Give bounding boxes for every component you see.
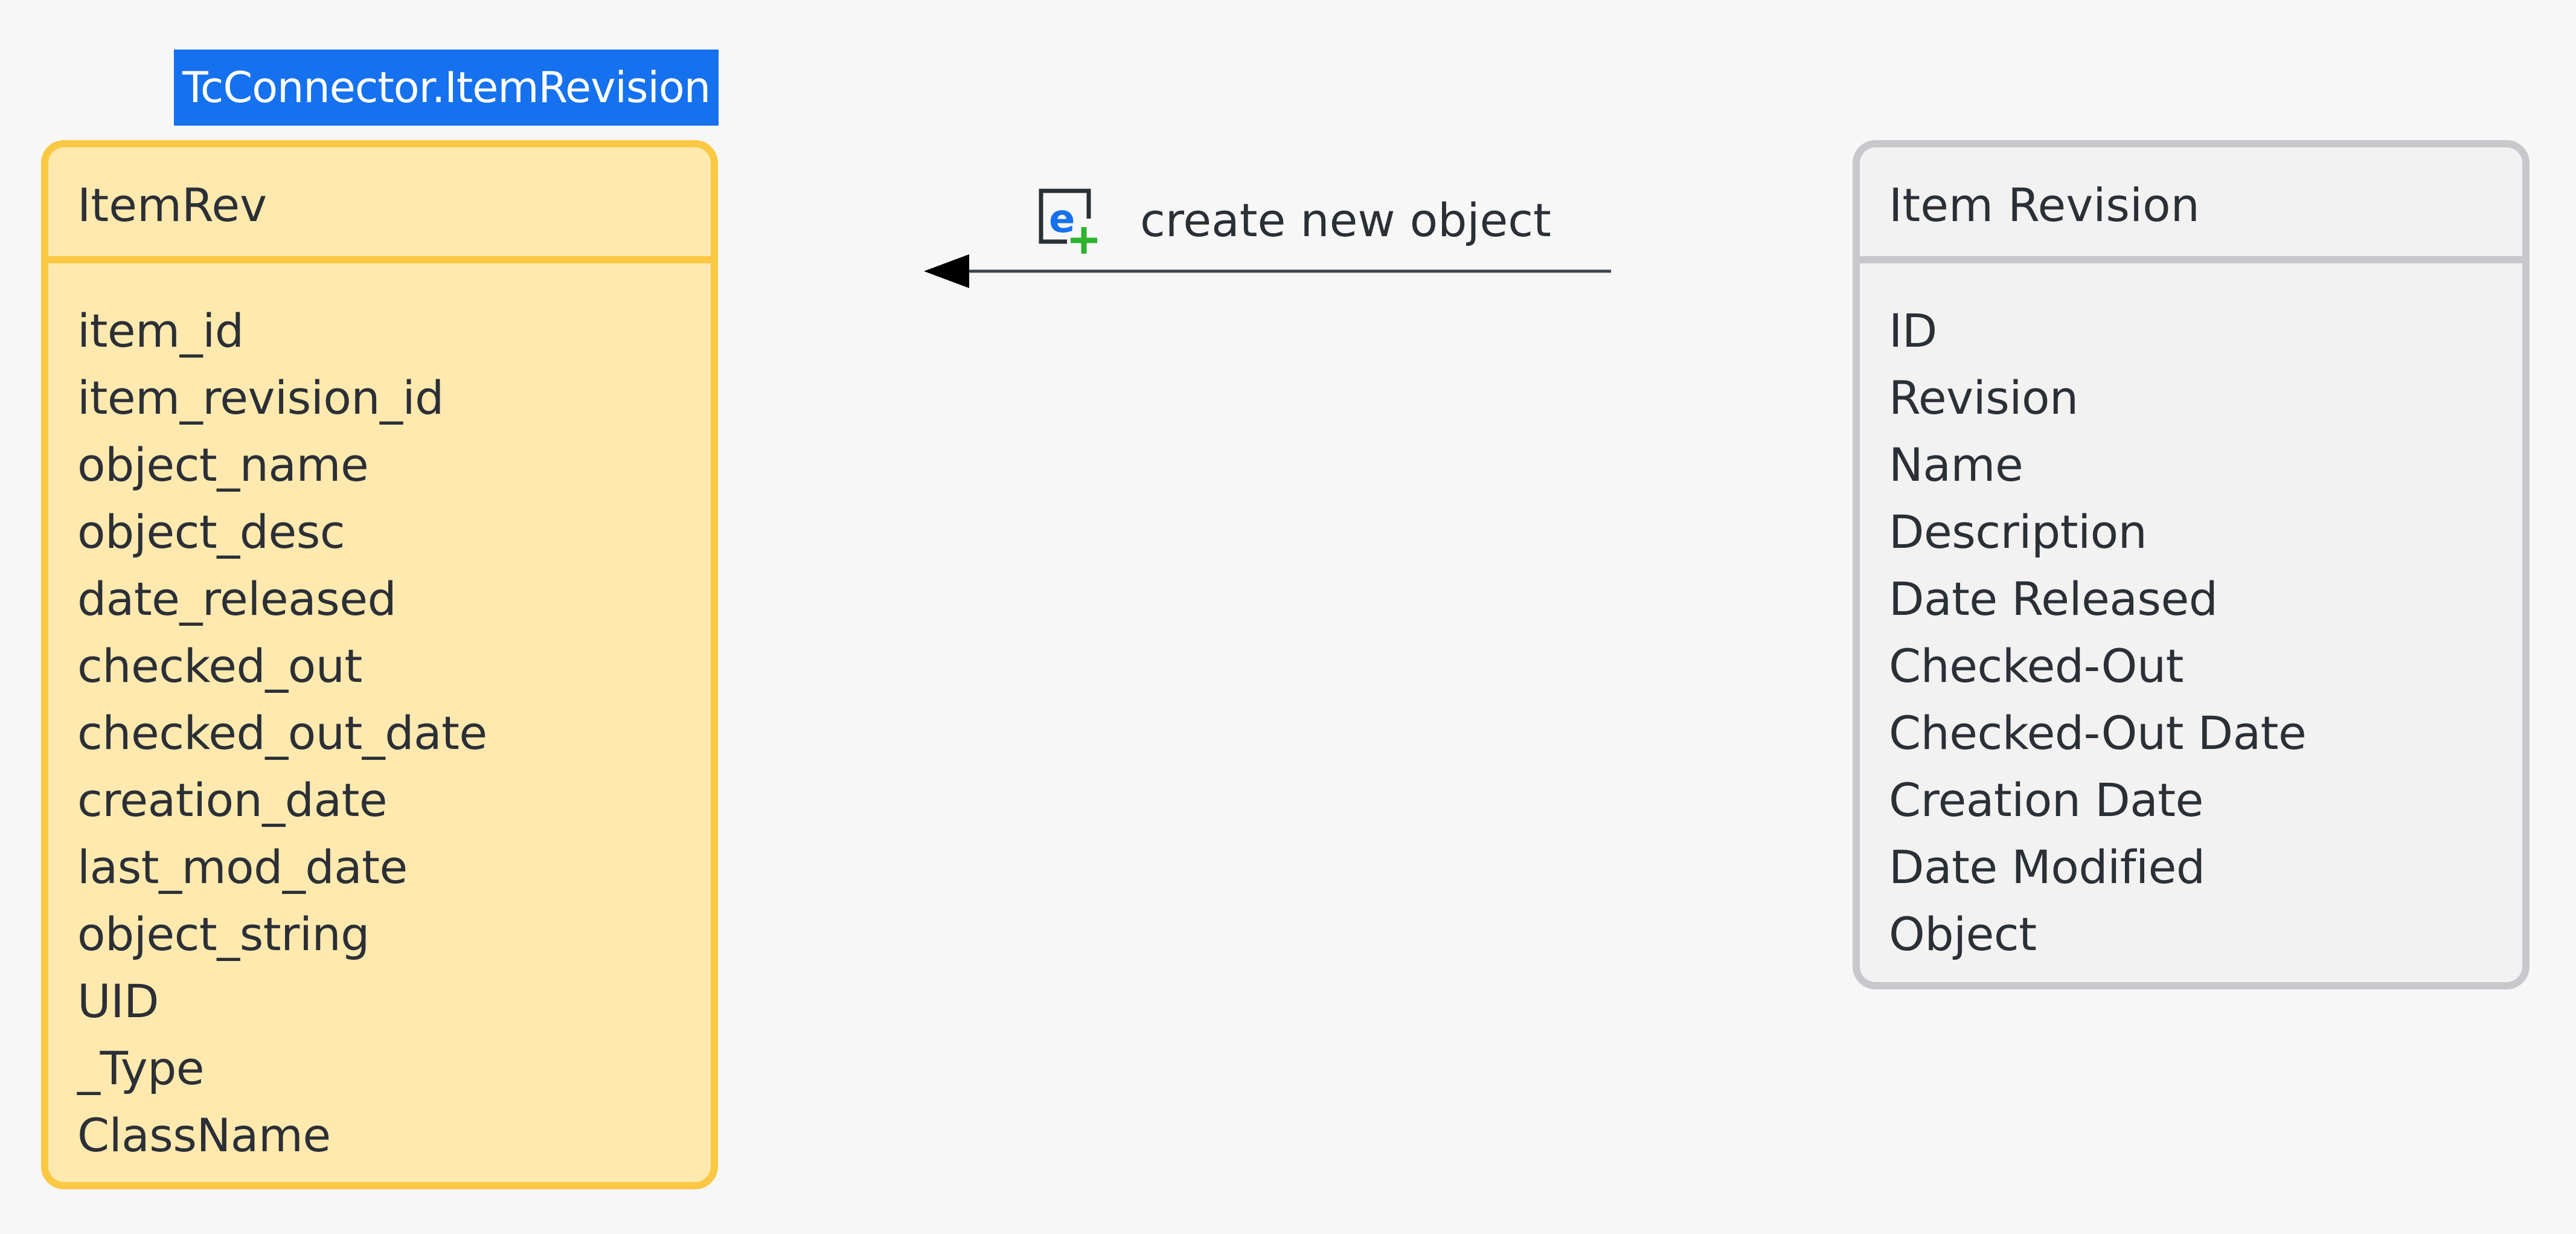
target-field[interactable]: Description: [1889, 498, 2522, 565]
source-field[interactable]: object_desc: [77, 498, 711, 565]
target-field[interactable]: Creation Date: [1889, 766, 2522, 834]
target-field[interactable]: Checked-Out: [1889, 632, 2522, 699]
source-field[interactable]: object_name: [77, 431, 711, 498]
arrowhead-icon: [924, 254, 969, 288]
source-entity-node[interactable]: ItemRev item_id item_revision_id object_…: [41, 140, 718, 1189]
target-field[interactable]: Date Released: [1889, 565, 2522, 632]
target-field[interactable]: ID: [1889, 297, 2522, 364]
target-entity-title: Item Revision: [1860, 147, 2522, 263]
source-field[interactable]: object_string: [77, 901, 711, 968]
source-field[interactable]: date_released: [77, 565, 711, 632]
target-entity-field-list: ID Revision Name Description Date Releas…: [1860, 263, 2522, 968]
source-entity-field-list: item_id item_revision_id object_name obj…: [48, 263, 711, 1169]
target-entity-node[interactable]: Item Revision ID Revision Name Descripti…: [1853, 140, 2530, 989]
target-field[interactable]: Date Modified: [1889, 834, 2522, 901]
entity-tag-label: TcConnector.ItemRevision: [174, 50, 719, 126]
target-field[interactable]: Object: [1889, 901, 2522, 968]
create-object-icon[interactable]: e: [1036, 187, 1106, 257]
target-field[interactable]: Checked-Out Date: [1889, 699, 2522, 766]
svg-text:e: e: [1049, 197, 1075, 242]
source-field[interactable]: creation_date: [77, 766, 711, 834]
source-field[interactable]: last_mod_date: [77, 834, 711, 901]
source-field[interactable]: UID: [77, 968, 711, 1035]
source-field[interactable]: item_revision_id: [77, 364, 711, 431]
source-field[interactable]: checked_out: [77, 632, 711, 699]
connector-label: create new object: [1140, 193, 1551, 247]
source-field[interactable]: _Type: [77, 1035, 711, 1102]
source-field[interactable]: item_id: [77, 297, 711, 364]
source-field[interactable]: ClassName: [77, 1102, 711, 1169]
target-field[interactable]: Revision: [1889, 364, 2522, 431]
target-field[interactable]: Name: [1889, 431, 2522, 498]
source-field[interactable]: checked_out_date: [77, 699, 711, 766]
source-entity-title: ItemRev: [48, 147, 711, 263]
